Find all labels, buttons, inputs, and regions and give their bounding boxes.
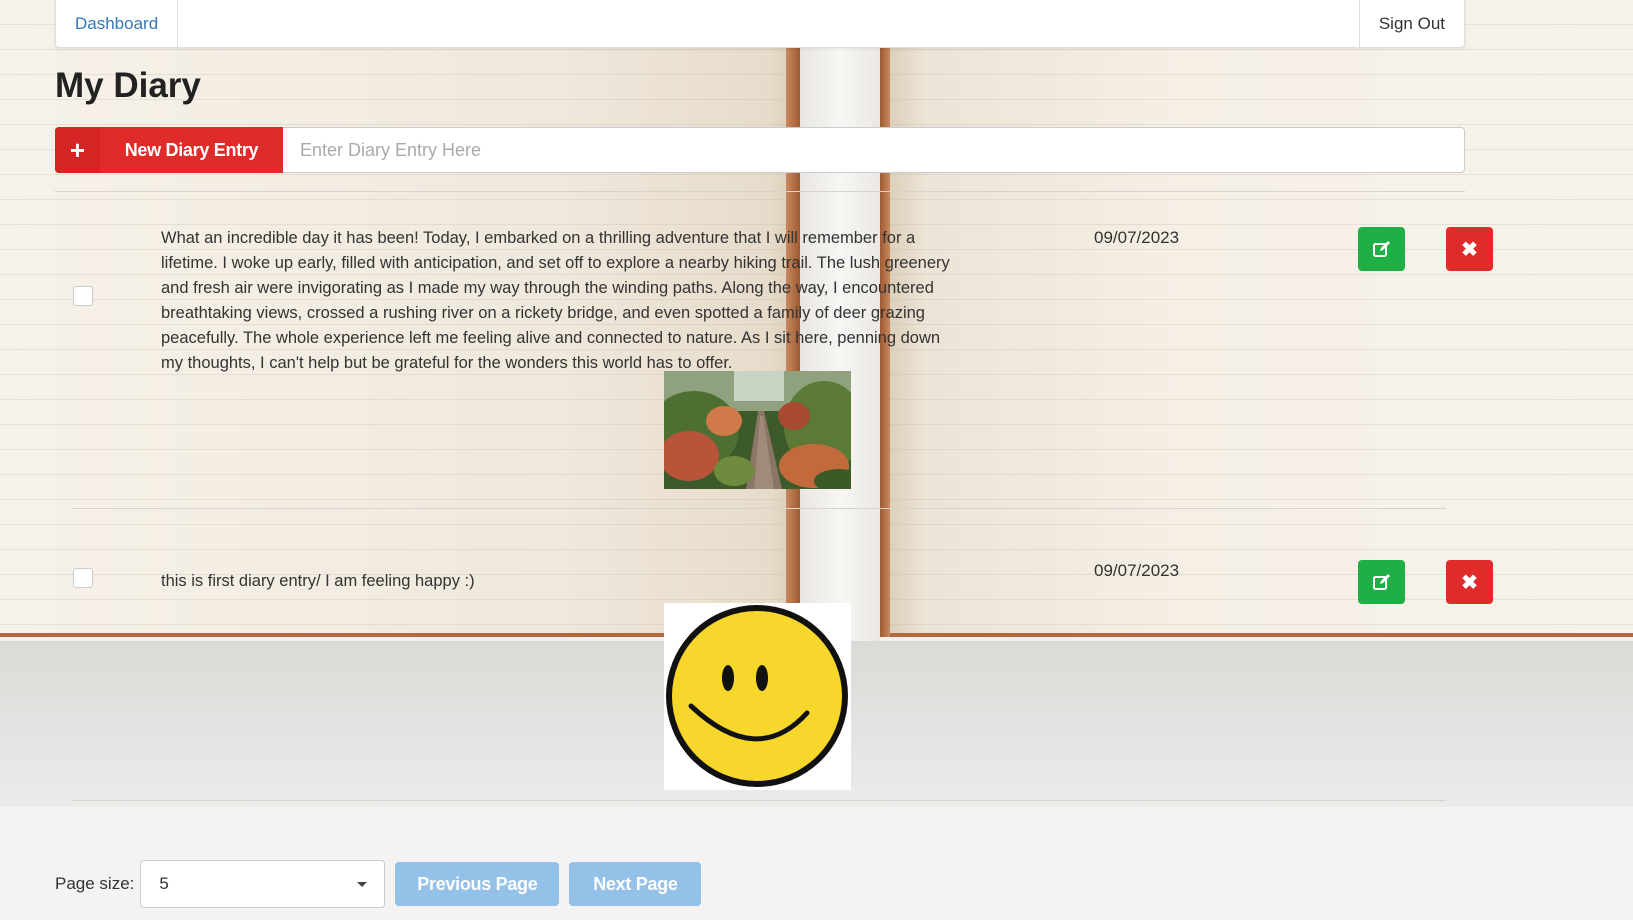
entry-date: 09/07/2023 (1094, 561, 1180, 580)
next-page-button[interactable]: Next Page (569, 862, 702, 906)
delete-icon: ✖ (1461, 238, 1478, 261)
delete-icon: ✖ (1461, 571, 1478, 594)
page-title: My Diary (55, 66, 201, 105)
entry-checkbox[interactable] (73, 286, 93, 306)
smiley-face-image (664, 603, 851, 790)
entry-text: What an incredible day it has been! Toda… (161, 229, 950, 372)
plus-icon: + (55, 127, 100, 173)
edit-icon (1372, 241, 1390, 257)
entry-date: 09/07/2023 (1094, 228, 1180, 247)
edit-entry-button[interactable] (1358, 227, 1405, 271)
new-diary-entry-label: New Diary Entry (124, 139, 259, 160)
new-entry-bar: + New Diary Entry (55, 127, 1465, 173)
edit-entry-button[interactable] (1358, 560, 1405, 604)
page-size-select[interactable]: 5 (140, 860, 386, 908)
diary-entry-row: this is first diary entry/ I am feeling … (55, 509, 1493, 801)
delete-entry-button[interactable]: ✖ (1446, 227, 1493, 271)
sign-out-link[interactable]: Sign Out (1358, 0, 1464, 47)
chevron-down-icon (357, 881, 368, 887)
edit-icon (1372, 574, 1390, 590)
nav-dashboard-link[interactable]: Dashboard (56, 0, 179, 47)
forest-trail-photo (664, 371, 851, 489)
delete-entry-button[interactable]: ✖ (1446, 560, 1493, 604)
pagination-bar: Page size: 5 Previous Page Next Page (55, 860, 702, 908)
diary-entry-input[interactable] (283, 127, 1465, 173)
previous-page-button[interactable]: Previous Page (395, 862, 560, 906)
new-diary-entry-button[interactable]: + New Diary Entry (55, 127, 283, 173)
entry-text: this is first diary entry/ I am feeling … (161, 572, 475, 590)
entry-checkbox[interactable] (73, 568, 93, 588)
diary-entry-row: What an incredible day it has been! Toda… (55, 192, 1493, 509)
page-size-label: Page size: (55, 874, 135, 893)
entry-divider (72, 800, 1446, 801)
navbar: Dashboard Sign Out (55, 0, 1465, 48)
main-container: Dashboard Sign Out My Diary + New Diary … (55, 0, 1493, 801)
page-size-value: 5 (159, 874, 169, 893)
